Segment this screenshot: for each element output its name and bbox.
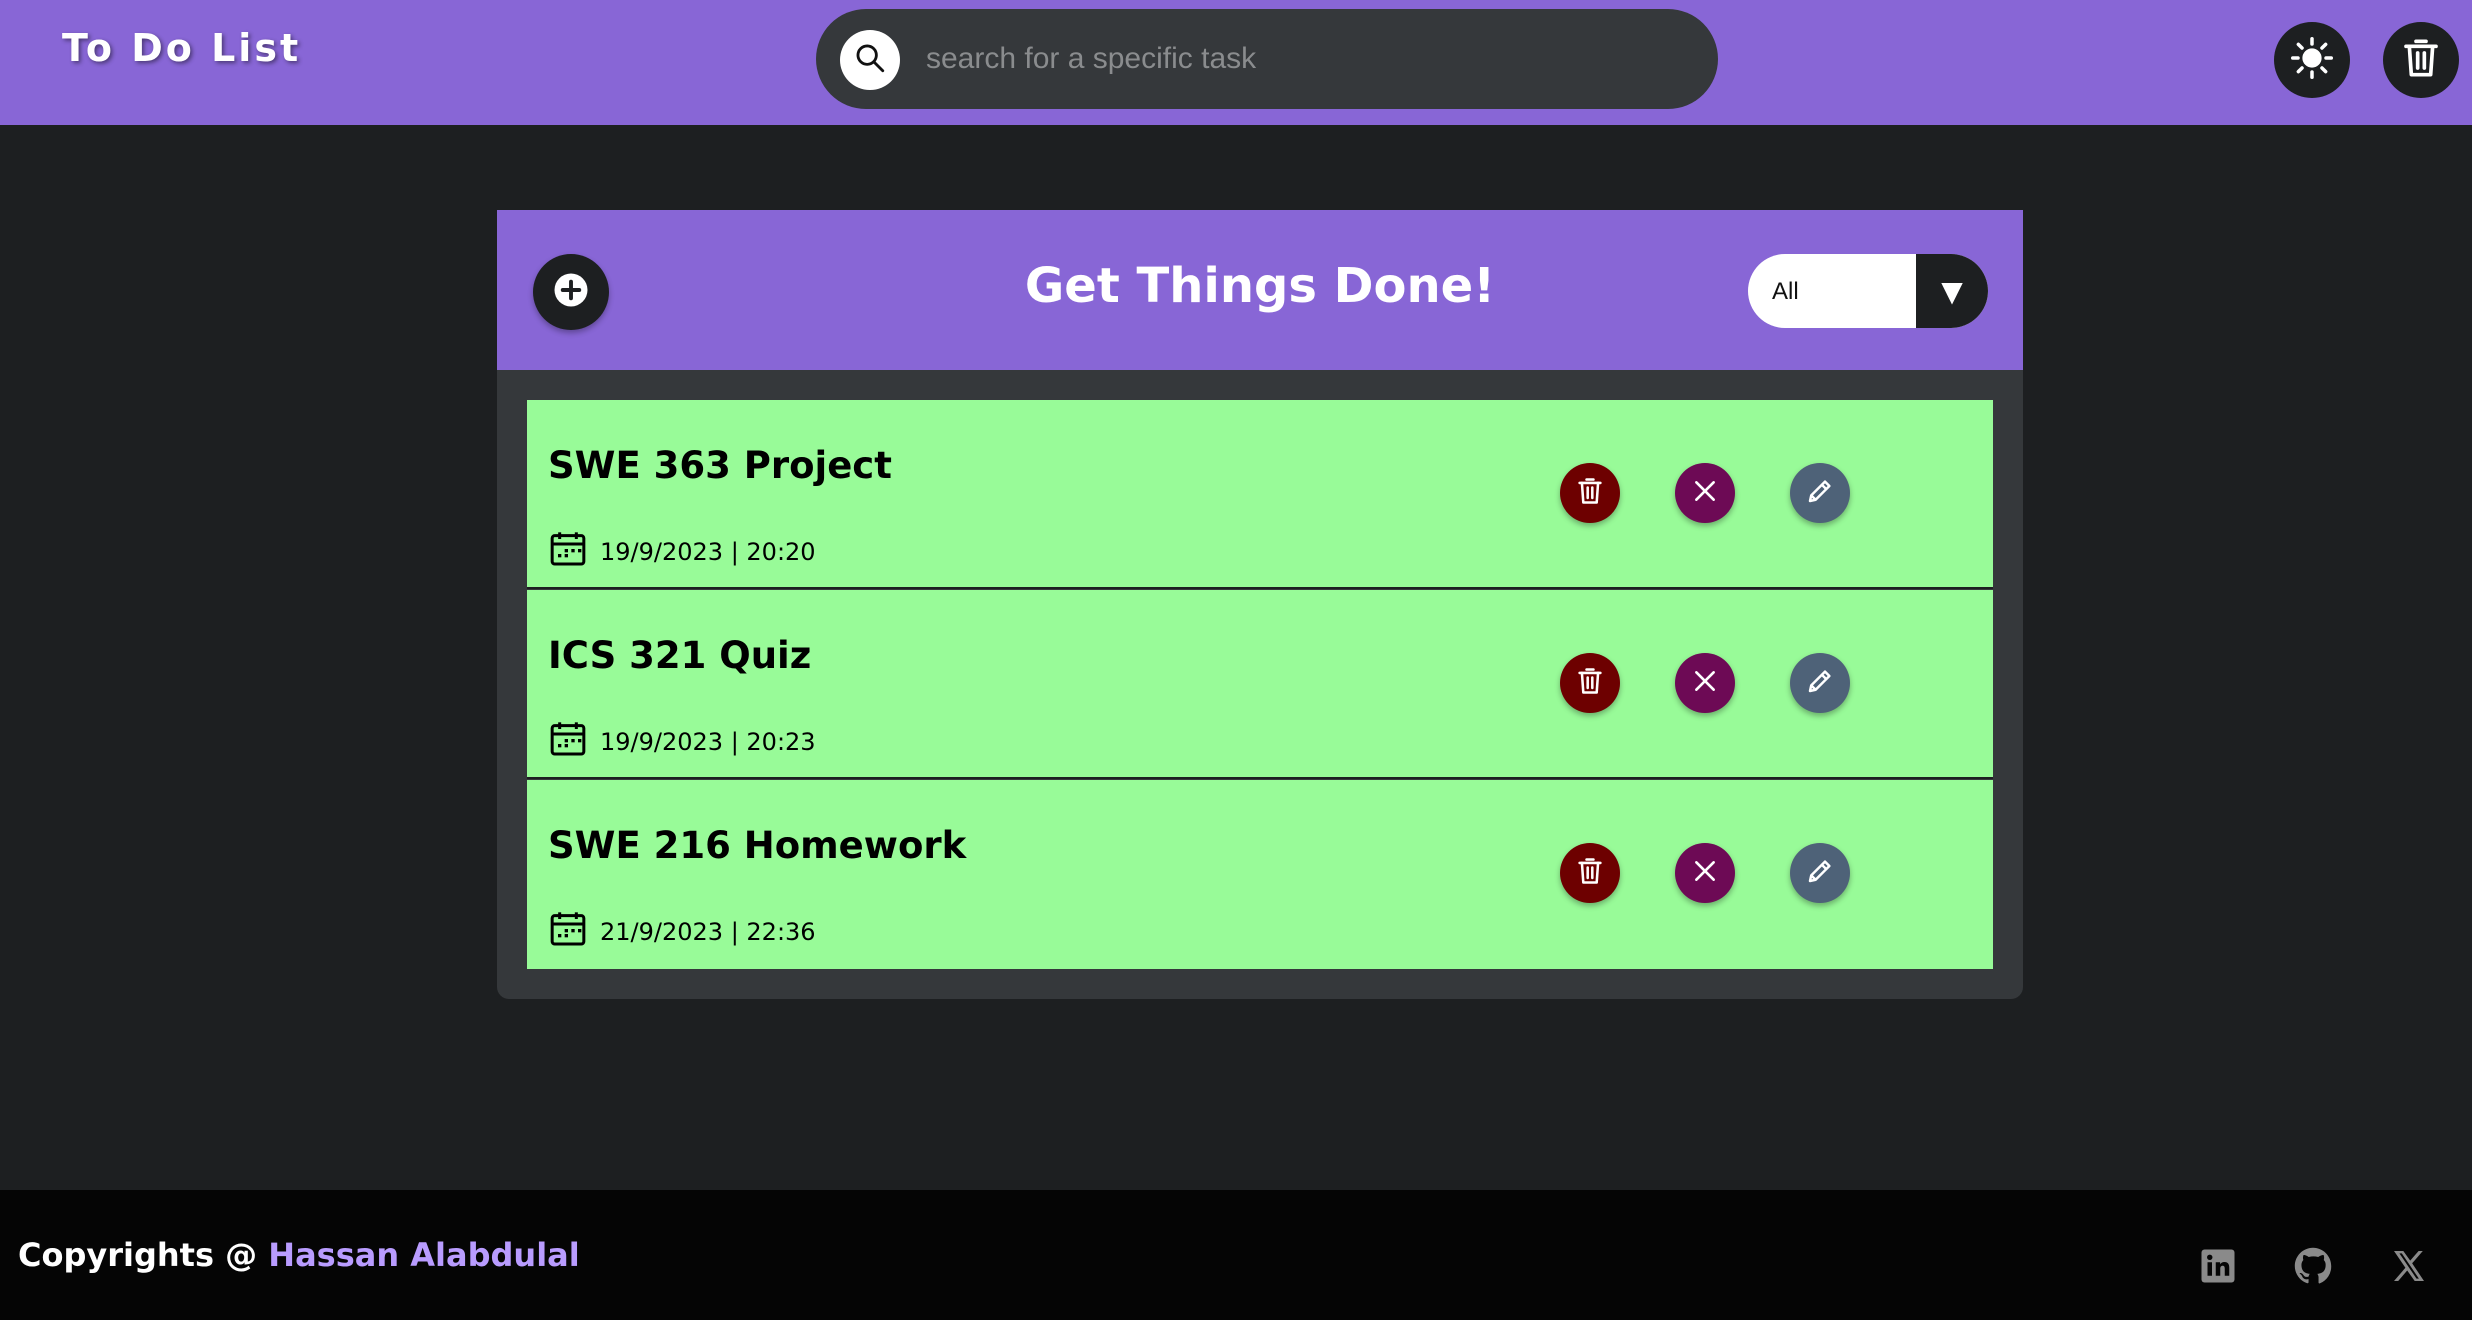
pencil-icon (1805, 856, 1835, 890)
trash-icon (1576, 476, 1604, 510)
delete-task-button[interactable] (1560, 463, 1620, 523)
task-item: ICS 321 Quiz 19/9/2023 | 20:23 (527, 590, 1993, 779)
task-list: SWE 363 Project 19/9/2023 | 20:20 ICS 32… (527, 400, 1993, 969)
task-item: SWE 363 Project 19/9/2023 | 20:20 (527, 400, 1993, 589)
copyright-prefix: Copyrights @ (18, 1236, 269, 1274)
theme-toggle-button[interactable] (2274, 22, 2350, 98)
trash-icon (1576, 666, 1604, 700)
calendar-icon (548, 909, 588, 955)
task-title: ICS 321 Quiz (548, 634, 812, 677)
copyright-text: Copyrights @ Hassan Alabdulal (18, 1236, 580, 1274)
x-icon (2391, 1248, 2427, 1288)
task-date: 21/9/2023 | 22:36 (548, 912, 816, 952)
task-title: SWE 363 Project (548, 444, 892, 487)
close-icon (1692, 858, 1718, 888)
card-header: Get Things Done! All ▼ (497, 210, 2023, 370)
linkedin-icon (2200, 1248, 2236, 1288)
task-date-text: 19/9/2023 | 20:20 (600, 538, 816, 566)
x-link[interactable] (2389, 1248, 2429, 1288)
close-icon (1692, 478, 1718, 508)
trash-icon (1576, 856, 1604, 890)
filter-selected-value: All (1772, 278, 1799, 305)
close-icon (1692, 668, 1718, 698)
task-title: SWE 216 Homework (548, 824, 967, 867)
pencil-icon (1805, 666, 1835, 700)
task-date: 19/9/2023 | 20:23 (548, 722, 816, 762)
task-item: SWE 216 Homework 21/9/2023 | 22:36 (527, 780, 1993, 969)
app-title: To Do List (62, 26, 302, 70)
linkedin-link[interactable] (2198, 1248, 2238, 1288)
task-date: 19/9/2023 | 20:20 (548, 532, 816, 572)
mark-task-button[interactable] (1675, 843, 1735, 903)
sun-icon (2291, 37, 2333, 83)
calendar-icon (548, 719, 588, 765)
github-icon (2294, 1247, 2332, 1289)
author-link[interactable]: Hassan Alabdulal (268, 1236, 579, 1274)
task-date-text: 21/9/2023 | 22:36 (600, 918, 816, 946)
task-date-text: 19/9/2023 | 20:23 (600, 728, 816, 756)
delete-task-button[interactable] (1560, 653, 1620, 713)
trash-icon (2401, 36, 2441, 84)
todo-card: Get Things Done! All ▼ SWE 363 Project 1… (497, 210, 2023, 999)
edit-task-button[interactable] (1790, 463, 1850, 523)
search-bar (816, 9, 1718, 109)
pencil-icon (1805, 476, 1835, 510)
edit-task-button[interactable] (1790, 653, 1850, 713)
calendar-icon (548, 529, 588, 575)
edit-task-button[interactable] (1790, 843, 1850, 903)
filter-select[interactable]: All ▼ (1748, 254, 1988, 328)
top-bar: To Do List (0, 0, 2472, 125)
mark-task-button[interactable] (1675, 463, 1735, 523)
footer: Copyrights @ Hassan Alabdulal (0, 1190, 2472, 1320)
github-link[interactable] (2293, 1247, 2333, 1289)
delete-task-button[interactable] (1560, 843, 1620, 903)
chevron-down-icon[interactable]: ▼ (1916, 254, 1988, 328)
search-icon (853, 41, 887, 79)
search-input[interactable] (926, 33, 1686, 85)
mark-task-button[interactable] (1675, 653, 1735, 713)
search-button[interactable] (840, 30, 900, 90)
delete-all-button[interactable] (2383, 22, 2459, 98)
